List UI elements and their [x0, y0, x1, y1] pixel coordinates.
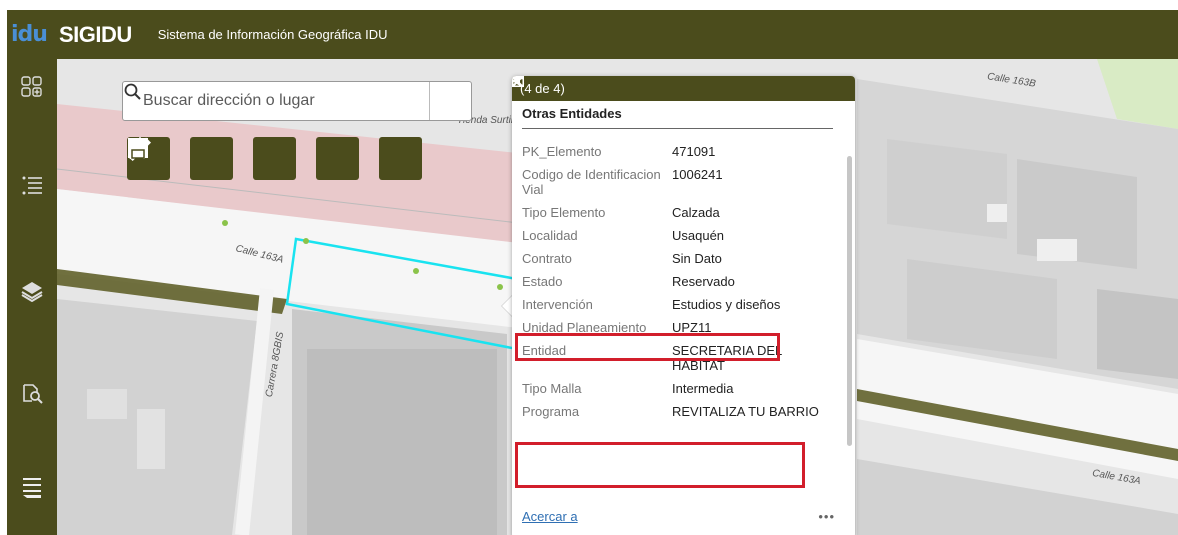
attribute-row: Contrato Sin Dato	[522, 248, 833, 271]
attribute-key: PK_Elemento	[522, 144, 602, 159]
print-button[interactable]	[128, 137, 422, 180]
highlight-box-estado	[515, 333, 780, 361]
attribute-row: Programa REVITALIZA TU BARRIO	[522, 401, 833, 424]
app-name: SIGIDU	[58, 21, 132, 47]
attribute-key: Tipo Elemento	[522, 205, 606, 220]
sidebar-layers-button[interactable]	[7, 271, 57, 311]
attribute-key: Estado	[522, 274, 563, 289]
zoom-to-link[interactable]: Acercar a	[522, 509, 578, 524]
app-header: idu SIGIDU Sistema de Información Geográ…	[7, 10, 1178, 59]
sidebar-menu-button[interactable]	[7, 467, 57, 507]
attribute-key: Programa	[522, 404, 580, 419]
app-window: Calle 163A Calle 163B Carrera 8GBIS Tien…	[7, 10, 1178, 535]
attribute-value: Reservado	[672, 274, 735, 289]
toolbar: x Y	[127, 137, 422, 180]
attribute-value: Intermedia	[672, 381, 734, 396]
search-button[interactable]	[124, 82, 471, 120]
menu-icon	[23, 478, 41, 498]
search-icon	[124, 83, 141, 100]
attribute-key: Codigo de Identificacion Vial	[522, 167, 661, 197]
coordinates-button[interactable]: x Y	[129, 137, 296, 180]
attribute-key: Tipo Malla	[522, 381, 582, 396]
attribute-row: Intervención Estudios y diseños	[522, 294, 833, 317]
sidebar-legend-button[interactable]	[7, 165, 57, 205]
app-subtitle: Sistema de Información Geográfica IDU	[157, 27, 388, 42]
sidebar	[7, 59, 57, 535]
highlight-box-entidad	[515, 442, 805, 488]
attribute-key: Localidad	[522, 228, 578, 243]
idu-logo: idu	[11, 22, 48, 47]
attribute-row: Localidad Usaquén	[522, 225, 833, 248]
previous-feature-button[interactable]	[512, 76, 785, 101]
map-view[interactable]: Calle 163A Calle 163B Carrera 8GBIS Tien…	[57, 59, 1178, 535]
attribute-value: Sin Dato	[672, 251, 722, 266]
more-options-button[interactable]: •••	[818, 509, 835, 524]
legend-list-icon	[22, 176, 42, 195]
search-box	[122, 81, 472, 121]
search-input[interactable]	[123, 82, 429, 120]
print-icon	[128, 138, 148, 159]
widgets-icon	[21, 76, 42, 97]
popup-feature-count: (4 de 4)	[520, 81, 565, 96]
popup-header: (4 de 4)	[512, 76, 855, 101]
close-icon	[512, 76, 523, 87]
layers-icon	[21, 282, 43, 302]
close-button[interactable]	[512, 76, 851, 101]
query-icon	[23, 384, 43, 404]
attribute-value: 1006241	[672, 167, 723, 182]
attribute-row: PK_Elemento 471091	[522, 141, 833, 164]
attribute-value: Calzada	[672, 205, 720, 220]
measure-button[interactable]	[127, 137, 359, 180]
basemap-gallery-button[interactable]	[128, 137, 233, 180]
attribute-row: Codigo de Identificacion Vial 1006241	[522, 164, 833, 202]
attribute-value: REVITALIZA TU BARRIO	[672, 404, 819, 419]
attribute-key: Contrato	[522, 251, 572, 266]
attribute-table: PK_Elemento 471091 Codigo de Identificaci…	[522, 141, 833, 424]
sidebar-query-button[interactable]	[7, 373, 57, 413]
feature-popup: (4 de 4) Otras Entidades PK_Elemento 4710…	[512, 76, 855, 535]
popup-title: Otras Entidades	[522, 101, 833, 129]
attribute-value: Usaquén	[672, 228, 725, 243]
attribute-row: Tipo Elemento Calzada	[522, 202, 833, 225]
maximize-button[interactable]	[512, 76, 833, 101]
sidebar-widgets-button[interactable]	[7, 67, 57, 107]
popup-scrollbar-thumb[interactable]	[847, 156, 852, 446]
attribute-row: Tipo Malla Intermedia	[522, 378, 833, 401]
attribute-value: Estudios y diseños	[672, 297, 781, 312]
attribute-key: Intervención	[522, 297, 593, 312]
attribute-row: Estado Reservado	[522, 271, 833, 294]
attribute-value: 471091	[672, 144, 716, 159]
